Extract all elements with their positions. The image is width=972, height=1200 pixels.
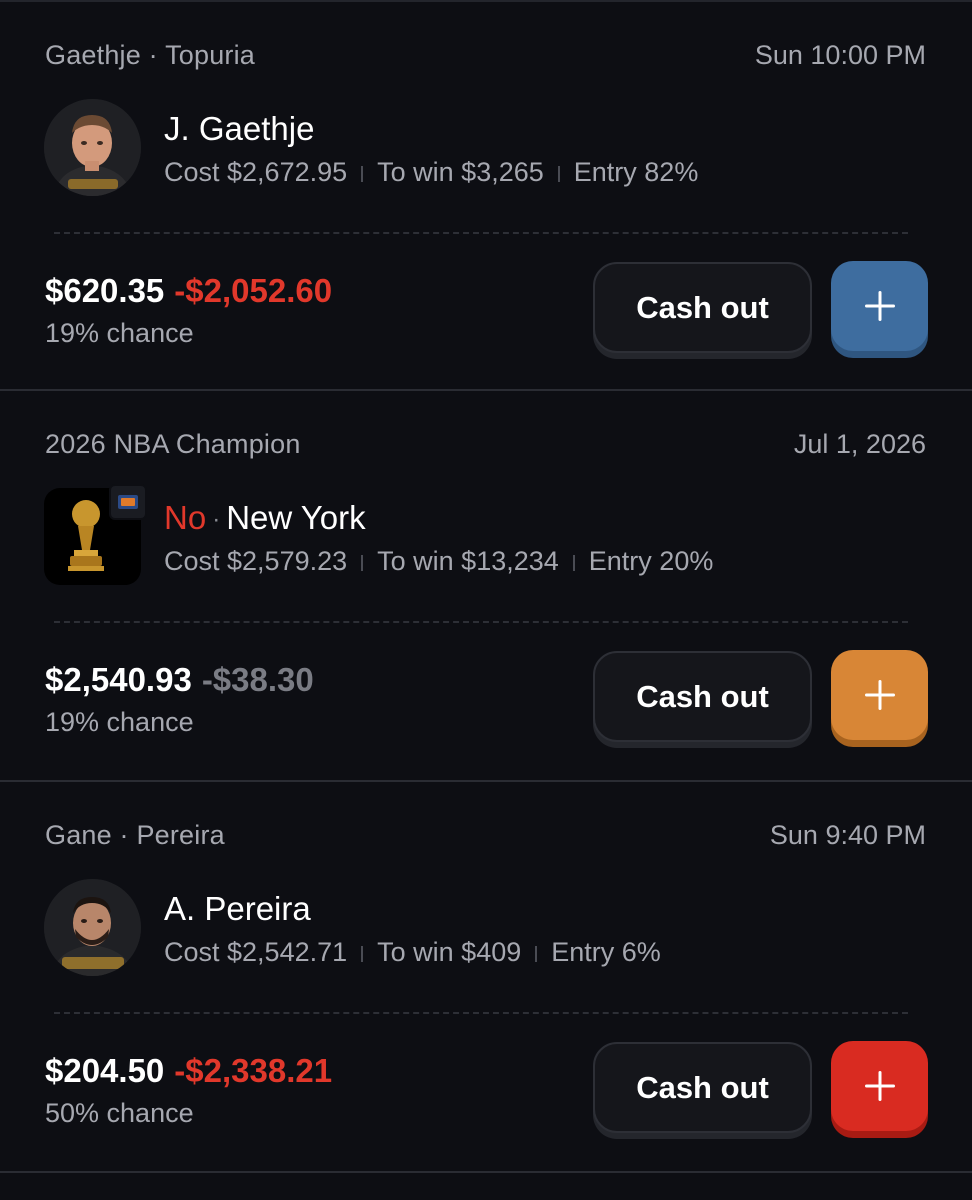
selection-name: A. Pereira [164, 890, 311, 927]
value-change: -$2,338.21 [174, 1052, 333, 1089]
separator-dot: · [212, 506, 221, 534]
selection-name: J. Gaethje [164, 110, 315, 147]
current-value: $2,540.93 [45, 661, 192, 698]
value-row: $620.35 -$2,052.60 [45, 272, 332, 310]
chance-text: 19% chance [45, 707, 194, 737]
cash-out-button[interactable]: Cash out [593, 262, 812, 353]
position-card-pereira[interactable]: Gane · Pereira Sun 9:40 PM A. Pereira Co… [0, 782, 972, 1173]
cost-text: Cost $2,672.95 [164, 157, 348, 187]
position-card-nba[interactable]: 2026 NBA Champion Jul 1, 2026 No · New Yor… [0, 391, 972, 782]
position-stats: Cost $2,672.95 To win $3,265 Entry 82% [164, 157, 698, 188]
event-time: Jul 1, 2026 [793, 429, 926, 459]
plus-icon [864, 1071, 895, 1101]
value-row: $2,540.93 -$38.30 [45, 661, 314, 699]
current-value: $620.35 [45, 272, 165, 309]
entry-text: Entry 20% [588, 546, 714, 576]
add-button[interactable] [831, 261, 928, 351]
fighter-portrait-icon [44, 99, 141, 196]
entry-text: Entry 82% [573, 157, 699, 187]
event-name: 2026 NBA Champion [45, 429, 301, 459]
cost-text: Cost $2,542.71 [164, 937, 348, 967]
position-title: No · New York [164, 499, 366, 537]
entry-text: Entry 6% [551, 937, 661, 967]
fighter-avatar-pereira [44, 879, 141, 976]
to-win-text: To win $3,265 [377, 157, 544, 187]
add-button[interactable] [831, 650, 928, 740]
team-logo-icon [109, 484, 147, 520]
value-change: -$2,052.60 [174, 272, 333, 309]
value-row: $204.50 -$2,338.21 [45, 1052, 332, 1090]
add-button[interactable] [831, 1041, 928, 1131]
fighter-avatar-gaethje [44, 99, 141, 196]
dashed-divider [54, 232, 908, 234]
to-win-text: To win $13,234 [377, 546, 559, 576]
selection-name: New York [226, 499, 366, 536]
dashed-divider [54, 1012, 908, 1014]
trophy-tile [44, 484, 147, 585]
position-title: J. Gaethje [164, 110, 314, 148]
position-card-gaethje[interactable]: Gaethje · Topuria Sun 10:00 PM J. Gaethj… [0, 0, 972, 391]
event-name: Gaethje · Topuria [45, 40, 256, 70]
value-change: -$38.30 [201, 661, 314, 698]
dashed-divider [54, 621, 908, 623]
positions-list: Gaethje · Topuria Sun 10:00 PM J. Gaethj… [0, 0, 972, 1173]
chance-text: 50% chance [45, 1098, 194, 1128]
plus-icon [864, 291, 895, 321]
divider [361, 945, 364, 962]
divider [535, 945, 538, 962]
cash-out-button[interactable]: Cash out [593, 651, 812, 742]
to-win-text: To win $409 [377, 937, 522, 967]
divider [361, 554, 364, 571]
divider [572, 554, 575, 571]
position-stats: Cost $2,542.71 To win $409 Entry 6% [164, 937, 661, 968]
position-stats: Cost $2,579.23 To win $13,234 Entry 20% [164, 546, 713, 577]
event-time: Sun 9:40 PM [769, 820, 926, 850]
current-value: $204.50 [45, 1052, 165, 1089]
side-label: No [164, 499, 207, 536]
plus-icon [864, 680, 895, 710]
event-name: Gane · Pereira [45, 820, 225, 850]
position-title: A. Pereira [164, 890, 311, 928]
cash-out-button[interactable]: Cash out [593, 1042, 812, 1133]
event-time: Sun 10:00 PM [754, 40, 926, 70]
chance-text: 19% chance [45, 318, 194, 348]
divider [361, 165, 364, 182]
divider [557, 165, 560, 182]
cost-text: Cost $2,579.23 [164, 546, 348, 576]
fighter-portrait-icon [44, 879, 141, 976]
